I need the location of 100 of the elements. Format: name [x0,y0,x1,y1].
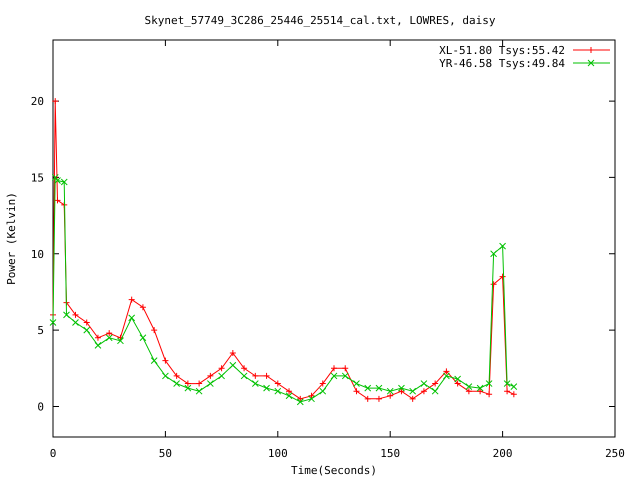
cross-marker [206,380,214,388]
cross-marker [72,318,79,326]
x-axis-label: Time(Seconds) [290,464,378,477]
cross-marker [196,388,203,395]
cross-marker [229,362,236,369]
legend-label: XL-51.80 Tsys:55.42 [439,44,565,57]
y-tick-label: 0 [37,400,44,414]
cross-marker [173,380,180,388]
plus-marker [375,395,382,402]
plus-marker [454,380,462,388]
y-tick-label: 20 [30,95,44,108]
cross-marker [398,384,405,392]
plus-marker [218,364,226,372]
cross-marker [184,384,192,392]
plus-marker [72,311,79,318]
cross-marker [420,380,428,388]
plus-marker [398,388,405,395]
cross-marker [274,388,282,395]
plus-marker [588,46,594,54]
cross-marker [465,383,472,390]
cross-marker [286,392,293,400]
plus-marker [420,388,428,395]
plus-marker [274,380,282,388]
plus-marker [330,364,338,372]
cross-marker [296,398,304,406]
cross-marker [386,388,394,395]
cross-marker [116,337,124,344]
plus-marker [490,280,498,288]
x-tick-label: 200 [492,447,513,460]
plus-marker [240,364,248,372]
plus-marker [128,296,136,304]
cross-marker [454,375,462,382]
plus-marker [308,392,316,400]
cross-marker [442,372,450,380]
cross-marker [499,242,506,250]
plus-marker [364,395,372,402]
cross-marker [432,388,439,395]
y-tick-label: 5 [37,324,44,338]
cross-marker [139,334,146,342]
plus-marker [286,388,293,395]
plus-marker [263,372,270,380]
cross-marker [263,384,270,392]
y-tick-label: 15 [30,171,44,184]
y-axis-label: Power (Kelvin) [5,192,18,285]
cross-marker [150,357,158,364]
plus-marker [106,330,113,337]
x-tick-label: 0 [50,447,56,460]
plus-marker [442,368,450,375]
cross-marker [476,384,484,392]
plus-marker [409,395,416,402]
cross-marker [240,372,248,380]
plus-marker [139,304,146,311]
plus-marker [319,380,326,388]
plus-marker [252,372,259,380]
cross-marker [319,388,326,395]
plus-marker [150,326,158,334]
plus-marker [352,388,360,395]
cross-marker [162,372,169,380]
plus-marker [432,380,439,388]
cross-marker [588,60,594,66]
plus-marker [206,372,214,380]
cross-marker [409,388,416,395]
plus-marker [499,273,506,280]
x-tick-label: 250 [605,447,625,460]
cross-marker [308,395,316,402]
x-tick-label: 100 [268,447,288,460]
plus-marker [229,350,236,357]
plus-marker [162,357,169,364]
plus-marker [486,390,493,398]
cross-marker [218,372,226,380]
plus-marker [465,388,472,395]
cross-marker [375,384,382,392]
plus-marker [184,380,192,388]
chart-title: Skynet_57749_3C286_25446_25514_cal.txt, LOWRES, daisy [144,14,496,27]
cross-marker [490,250,498,258]
cross-marker [106,334,113,342]
plus-marker [94,334,102,342]
plus-marker [173,372,180,380]
cross-marker [352,380,360,388]
y-tick-label: 10 [30,248,44,261]
plus-marker [83,318,90,326]
legend-label: YR-46.58 Tsys:49.84 [439,57,565,70]
cross-marker [63,311,70,318]
cross-marker [50,318,56,326]
cross-marker [364,384,372,392]
legend-line [572,62,610,64]
plus-marker [476,388,484,395]
x-tick-label: 150 [380,447,400,460]
x-tick-label: 50 [158,447,172,460]
cross-marker [330,372,338,380]
plus-marker [52,98,59,105]
cross-marker [486,380,493,388]
plus-marker [196,380,203,388]
plus-marker [386,392,394,400]
plus-marker [342,364,349,372]
plus-marker [116,334,124,342]
cross-marker [342,372,349,380]
cross-marker [83,326,90,334]
cross-marker [94,342,102,349]
plus-marker [296,395,304,402]
